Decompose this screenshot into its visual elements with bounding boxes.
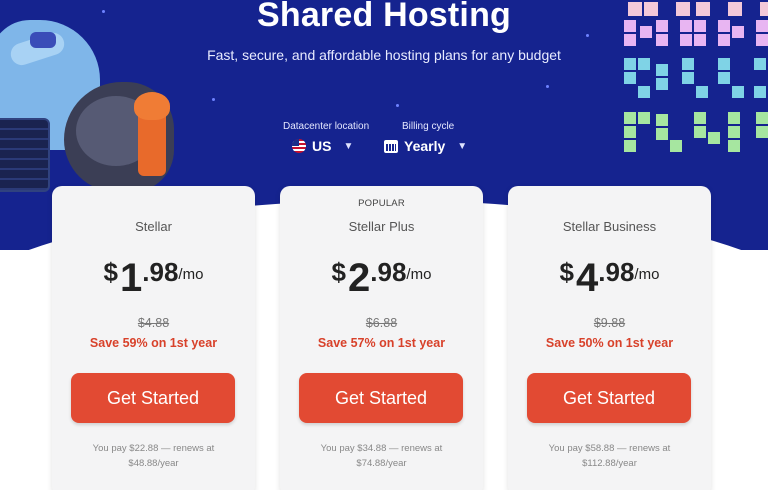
savings-text: Save 50% on 1st year: [545, 336, 674, 350]
price-integer: 1: [120, 256, 143, 300]
original-price: $6.88: [365, 316, 398, 330]
calendar-icon: [384, 139, 398, 153]
original-price: $4.88: [137, 316, 170, 330]
chevron-down-icon: ▼: [457, 140, 468, 152]
price-period: /mo: [178, 266, 204, 283]
datacenter-label: Datacenter location: [283, 121, 370, 132]
plan-card-stellar-plus: POPULAR Stellar Plus $2.98/mo $6.88 Save…: [280, 186, 483, 490]
plan-price: $4.98/mo: [508, 256, 711, 301]
price-integer: 4: [576, 256, 599, 300]
price-decimal: .98: [142, 257, 179, 287]
renewal-note: You pay $58.88 — renews at $112.88/year: [548, 443, 671, 469]
renewal-note: You pay $22.88 — renews at $48.88/year: [92, 443, 215, 469]
star-decoration: [396, 104, 399, 107]
savings-text: Save 59% on 1st year: [89, 336, 218, 350]
plan-name: Stellar: [135, 219, 172, 234]
price-currency: $: [331, 257, 347, 287]
fox-head-illustration: [134, 92, 170, 120]
price-decimal: .98: [598, 257, 635, 287]
price-currency: $: [103, 257, 119, 287]
plan-price: $2.98/mo: [280, 256, 483, 301]
star-decoration: [546, 85, 549, 88]
page-subtitle: Fast, secure, and affordable hosting pla…: [207, 47, 561, 63]
server-rack-illustration: [0, 118, 50, 192]
page-title: Shared Hosting: [256, 0, 512, 34]
datacenter-dropdown[interactable]: US ▼: [292, 138, 369, 154]
popular-badge: POPULAR: [358, 198, 405, 209]
plan-name: Stellar Business: [562, 219, 657, 234]
savings-text: Save 57% on 1st year: [317, 336, 446, 350]
datacenter-selector: Datacenter location US ▼: [283, 121, 369, 154]
chevron-down-icon: ▼: [343, 140, 354, 152]
us-flag-icon: [292, 139, 306, 153]
plan-name: Stellar Plus: [348, 219, 415, 234]
plan-card-stellar: Stellar $1.98/mo $4.88 Save 59% on 1st y…: [52, 186, 255, 490]
billing-dropdown[interactable]: Yearly ▼: [384, 138, 467, 154]
billing-value: Yearly: [404, 138, 446, 154]
billing-selector: Billing cycle Yearly ▼: [384, 121, 467, 154]
billing-label: Billing cycle: [402, 121, 455, 132]
price-currency: $: [559, 257, 575, 287]
star-decoration: [212, 98, 215, 101]
datacenter-value: US: [312, 138, 332, 154]
plan-card-stellar-business: Stellar Business $4.98/mo $9.88 Save 50%…: [508, 186, 711, 490]
get-started-button[interactable]: Get Started: [71, 373, 235, 423]
price-integer: 2: [348, 256, 371, 300]
get-started-button[interactable]: Get Started: [299, 373, 463, 423]
plan-price: $1.98/mo: [52, 256, 255, 301]
price-decimal: .98: [370, 257, 407, 287]
original-price: $9.88: [593, 316, 626, 330]
get-started-button[interactable]: Get Started: [527, 373, 691, 423]
price-period: /mo: [406, 266, 432, 283]
price-period: /mo: [634, 266, 660, 283]
renewal-note: You pay $34.88 — renews at $74.88/year: [320, 443, 443, 469]
